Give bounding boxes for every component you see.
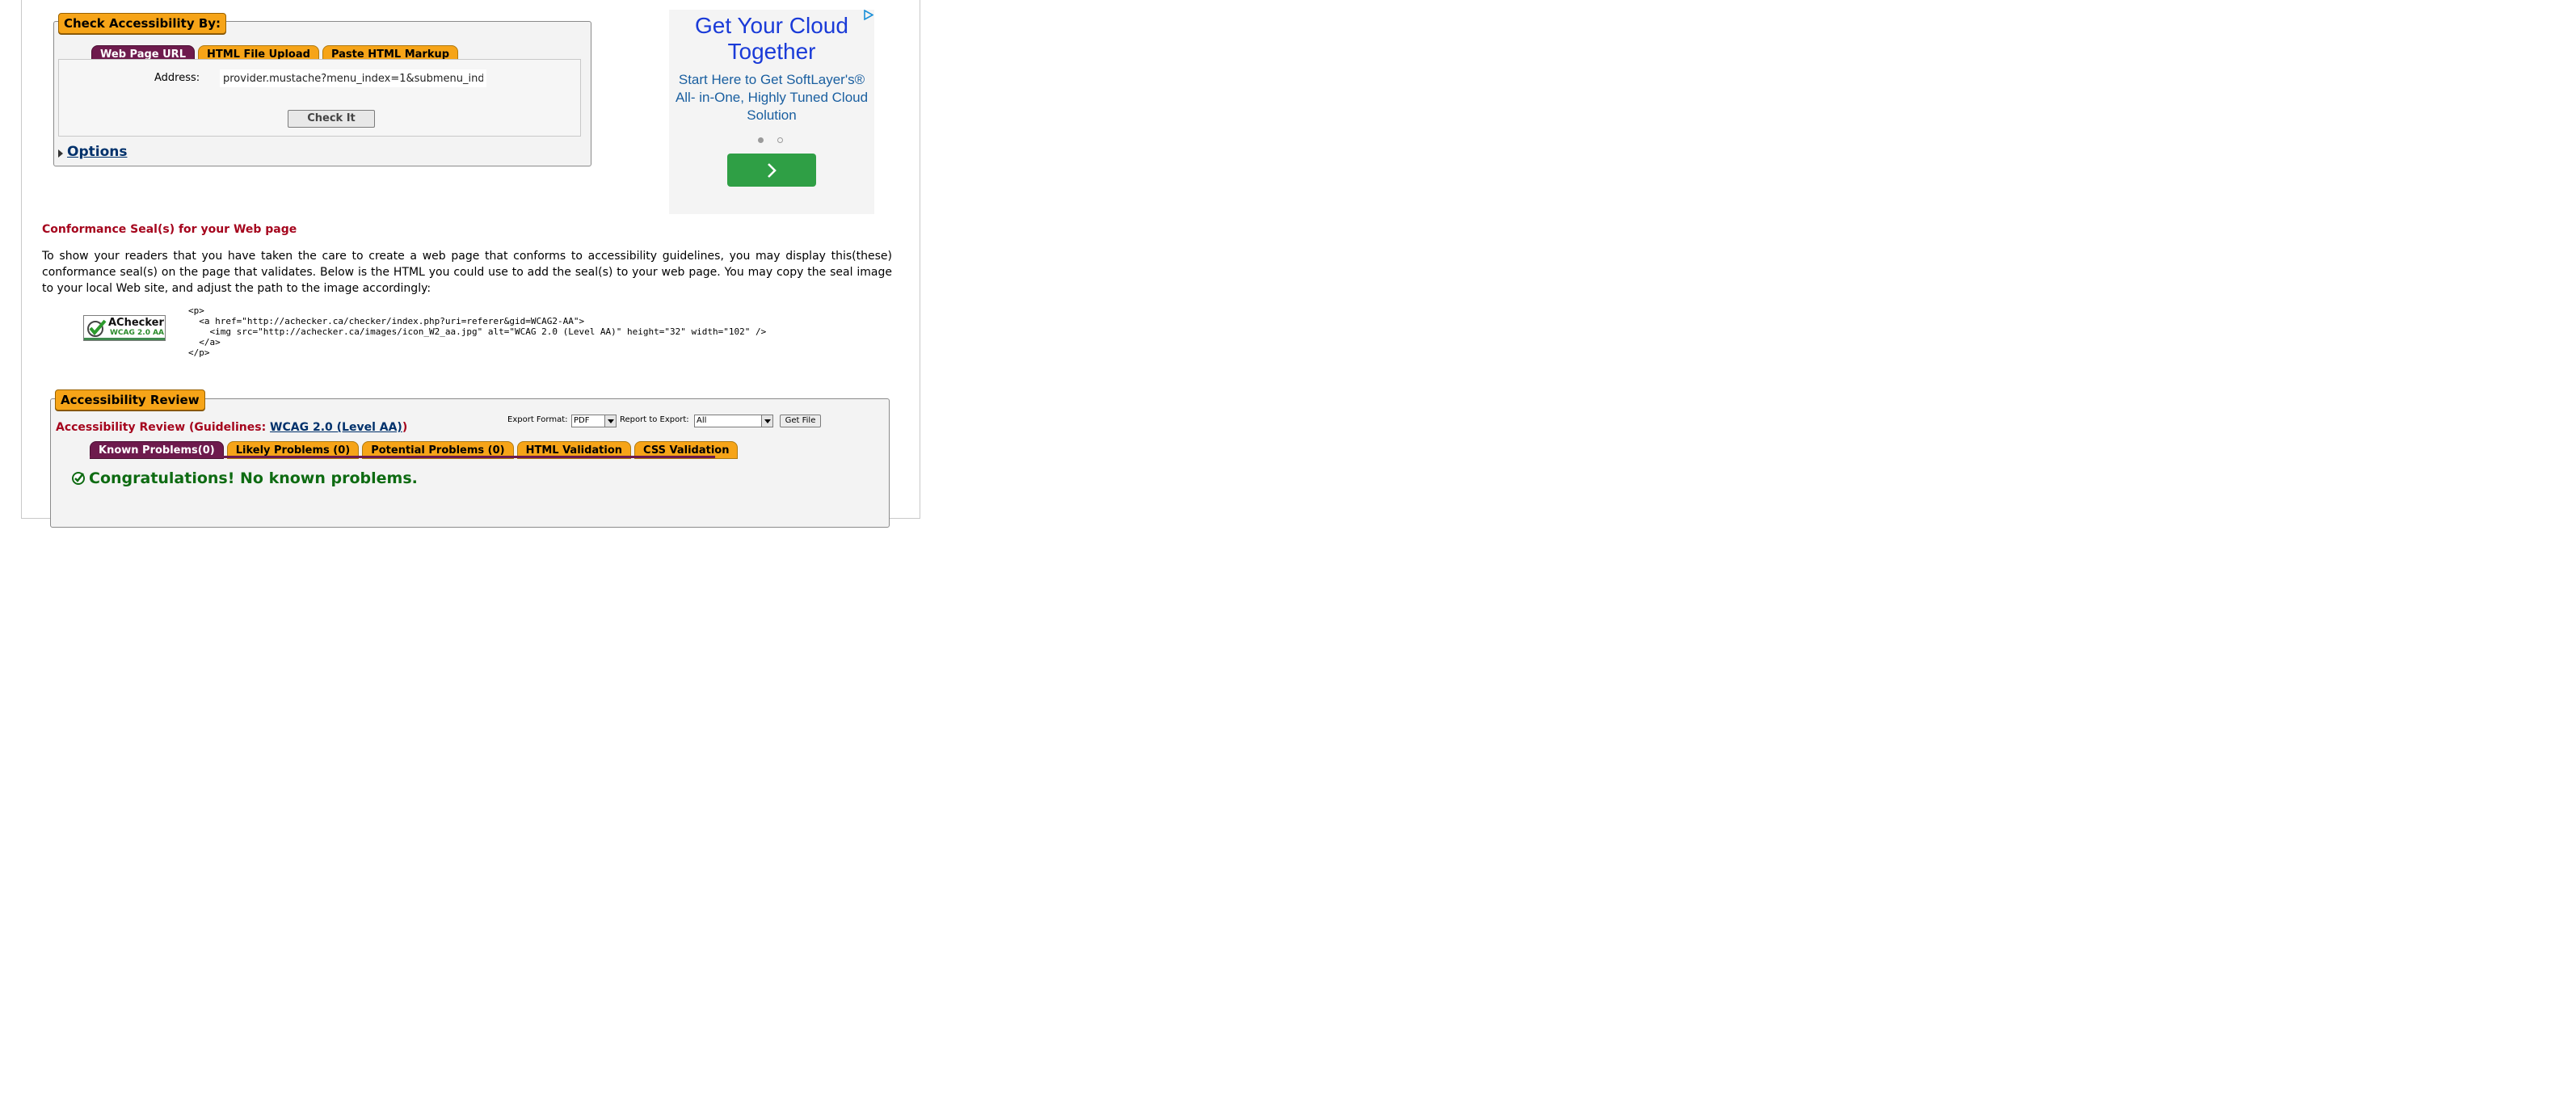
achecker-seal-image[interactable]: AChecker WCAG 2.0 AA	[83, 315, 166, 341]
address-input[interactable]	[220, 69, 486, 87]
options-expand-icon[interactable]	[58, 149, 63, 158]
dropdown-arrow-icon	[604, 415, 616, 427]
export-format-label: Export Format:	[507, 415, 568, 424]
chevron-right-icon	[768, 163, 777, 178]
ad-carousel-dots	[758, 137, 783, 143]
ad-dot-1[interactable]	[758, 137, 764, 143]
guidelines-heading: Accessibility Review (Guidelines: WCAG 2…	[56, 421, 407, 434]
ad-title[interactable]: Get Your Cloud Together	[669, 13, 874, 65]
check-it-button[interactable]: Check It	[288, 110, 375, 128]
conformance-seal-title: Conformance Seal(s) for your Web page	[42, 223, 297, 236]
advertisement[interactable]: Get Your Cloud Together Start Here to Ge…	[669, 10, 874, 214]
dropdown-arrow-icon	[761, 415, 772, 427]
checkmark-icon	[87, 319, 107, 337]
congratulations-message: Congratulations! No known problems.	[89, 469, 418, 487]
seal-bar	[84, 338, 165, 340]
seal-name: AChecker	[108, 317, 164, 329]
review-tabs-underline	[90, 456, 715, 458]
page-frame-left	[21, 0, 22, 519]
report-to-export-select[interactable]: All	[694, 415, 773, 427]
address-label: Address:	[154, 72, 200, 84]
report-to-export-label: Report to Export:	[620, 415, 689, 424]
success-check-icon	[72, 472, 85, 485]
get-file-button[interactable]: Get File	[780, 415, 821, 427]
guidelines-link[interactable]: WCAG 2.0 (Level AA)	[270, 421, 402, 434]
report-to-export-value: All	[697, 416, 707, 425]
conformance-seal-paragraph: To show your readers that you have taken…	[42, 250, 892, 295]
export-format-select[interactable]: PDF	[571, 415, 617, 427]
accessibility-review-legend: Accessibility Review	[55, 389, 205, 410]
export-format-value: PDF	[574, 416, 590, 425]
options-link[interactable]: Options	[67, 144, 127, 160]
ad-dot-2[interactable]	[777, 137, 783, 143]
seal-html-code: <p> <a href="http://achecker.ca/checker/…	[188, 305, 767, 358]
guidelines-prefix: Accessibility Review (Guidelines:	[56, 421, 271, 434]
ad-next-button[interactable]	[727, 154, 816, 187]
seal-level: WCAG 2.0 AA	[110, 329, 165, 337]
guidelines-suffix: )	[402, 421, 408, 434]
ad-body[interactable]: Start Here to Get SoftLayer's® All- in-O…	[669, 71, 874, 124]
check-accessibility-legend: Check Accessibility By:	[58, 13, 227, 34]
